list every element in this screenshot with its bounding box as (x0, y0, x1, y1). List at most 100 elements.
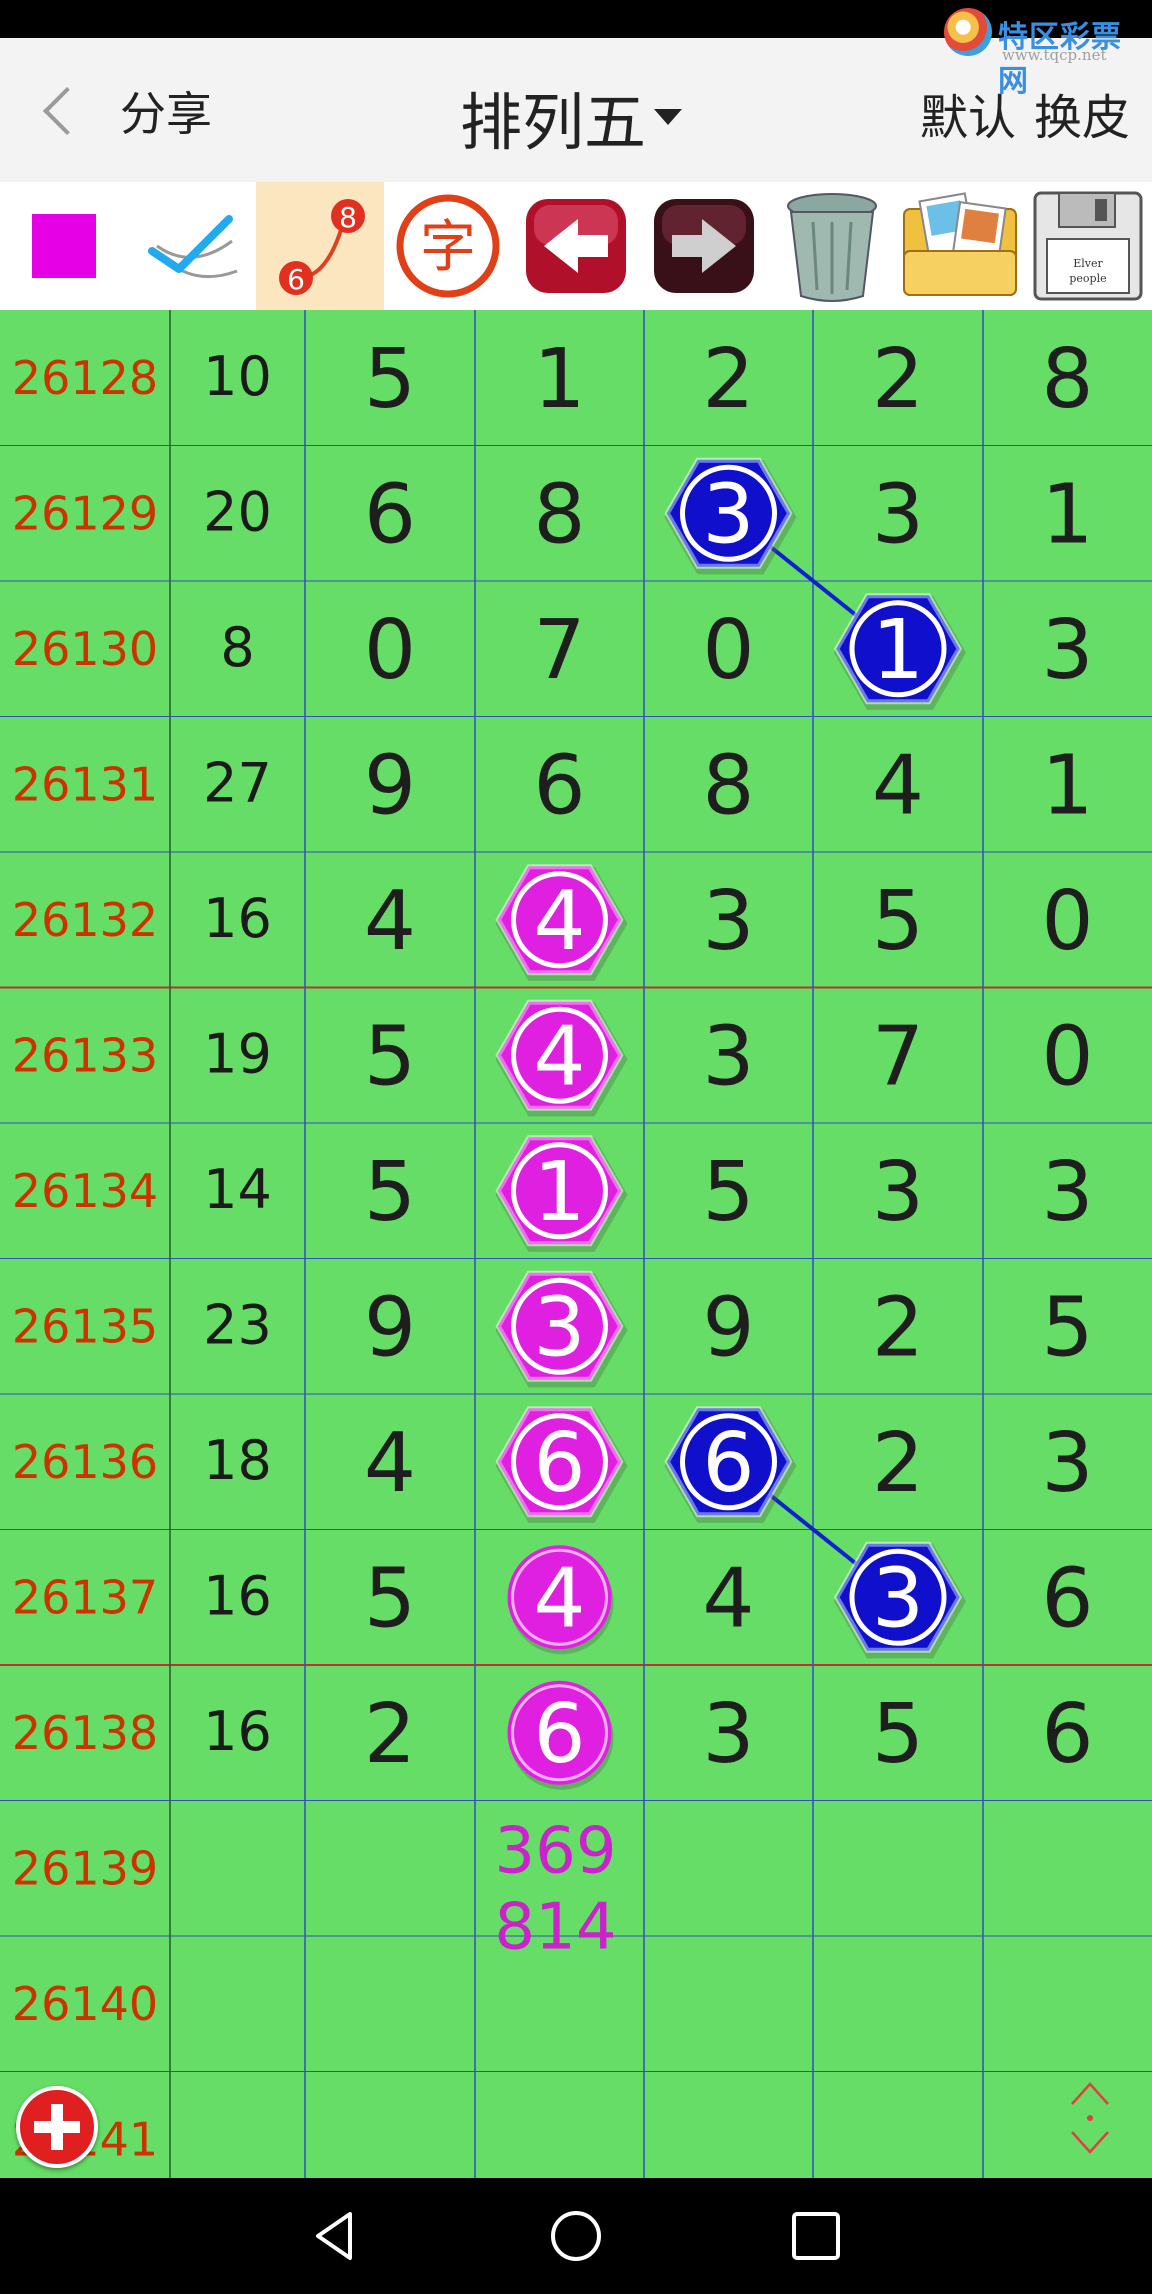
digit-value: 0 (1041, 874, 1093, 969)
digit-value: 1 (1041, 467, 1093, 562)
digit-value: 1 (533, 332, 585, 427)
watermark: 特区彩票网 www.tqcp.net (944, 6, 1144, 99)
clear-button[interactable] (768, 182, 896, 310)
digit-value: 3 (872, 1551, 924, 1646)
redo-button[interactable] (640, 182, 768, 310)
color-swatch-button[interactable] (0, 182, 128, 310)
digit-value: 6 (702, 1416, 754, 1511)
issue-number: 26129 (12, 486, 158, 540)
page-title: 排列五 (460, 86, 647, 159)
digit-value: 9 (364, 1280, 416, 1375)
digit-value: 4 (872, 738, 924, 833)
number-line-tool[interactable]: 8 6 (256, 182, 384, 310)
digit-value: 0 (364, 603, 416, 698)
digit-value: 2 (872, 1280, 924, 1375)
nav-home-button[interactable] (516, 2178, 636, 2294)
prediction-line-2: 814 (494, 1891, 616, 1965)
scroll-arrows-icon[interactable] (1066, 2078, 1114, 2158)
magenta-color-swatch-icon (32, 214, 96, 278)
nav-home-icon (551, 2211, 601, 2261)
digit-value: 8 (1041, 332, 1093, 427)
number-line-label-1: 8 (339, 201, 357, 234)
digit-value: 4 (364, 874, 416, 969)
digit-value: 3 (872, 1145, 924, 1240)
undo-button[interactable] (512, 182, 640, 310)
nav-back-button[interactable] (276, 2178, 396, 2294)
back-button[interactable]: 分享 (36, 76, 212, 146)
digit-value: 5 (872, 1687, 924, 1782)
sum-value: 16 (203, 1564, 272, 1627)
digit-value: 4 (533, 1009, 585, 1104)
digit-value: 9 (702, 1280, 754, 1375)
digit-value: 8 (533, 467, 585, 562)
digit-value: 3 (533, 1280, 585, 1375)
text-tool[interactable]: 字 (384, 182, 512, 310)
trend-grid[interactable]: 26128 10 5 1 2 2 8 26129 20 6 8 3 3 1 26130 8 0 7 0 1 3 26131… (0, 310, 1152, 2178)
digit-value: 2 (872, 1416, 924, 1511)
digit-value: 0 (1041, 1009, 1093, 1104)
digit-value: 3 (702, 874, 754, 969)
back-arrow-icon (526, 199, 626, 293)
digit-value: 1 (872, 603, 924, 698)
back-chevron-icon (42, 86, 92, 136)
digit-value: 6 (1041, 1551, 1093, 1646)
issue-number: 26136 (12, 1435, 158, 1489)
sum-value: 27 (203, 751, 272, 814)
add-button[interactable] (16, 2086, 98, 2168)
digit-value: 0 (702, 603, 754, 698)
issue-number: 26139 (12, 1841, 158, 1895)
sum-value: 14 (203, 1158, 272, 1221)
digit-value: 6 (533, 738, 585, 833)
digit-value: 7 (872, 1009, 924, 1104)
digit-value: 2 (364, 1687, 416, 1782)
open-image-button[interactable] (896, 182, 1024, 310)
issue-number: 26135 (12, 1299, 158, 1353)
digit-value: 3 (872, 467, 924, 562)
digit-value: 5 (1041, 1280, 1093, 1375)
forward-arrow-icon (654, 199, 754, 293)
issue-number: 26132 (12, 893, 158, 947)
sum-value: 10 (203, 345, 272, 408)
digit-value: 3 (1041, 1145, 1093, 1240)
digit-value: 9 (364, 738, 416, 833)
issue-number: 26138 (12, 1706, 158, 1760)
dropdown-caret-icon (654, 109, 683, 125)
digit-value: 6 (364, 467, 416, 562)
text-char-icon: 字 (396, 194, 500, 298)
sum-value: 16 (203, 1700, 272, 1763)
drawing-toolbar: 8 6 字 Elver people (0, 182, 1152, 310)
sum-value: 23 (203, 1293, 272, 1356)
digit-value: 4 (533, 1551, 585, 1646)
issue-number: 26133 (12, 1028, 158, 1082)
digit-value: 5 (702, 1145, 754, 1240)
svg-text:Elver: Elver (1073, 257, 1103, 270)
digit-value: 2 (702, 332, 754, 427)
back-label: 分享 (120, 87, 212, 141)
digit-value: 2 (872, 332, 924, 427)
issue-number: 26130 (12, 622, 158, 676)
svg-text:people: people (1069, 272, 1106, 285)
save-disk-icon: Elver people (1033, 191, 1143, 301)
prediction-line-1: 369 (494, 1815, 616, 1889)
trend-chart: 26128 10 5 1 2 2 826129 20 6 8 3 3 126130 8 0 7 0 1 326131… (0, 310, 1152, 2178)
digit-value: 8 (702, 738, 754, 833)
issue-number: 26131 (12, 757, 158, 811)
digit-value: 4 (533, 874, 585, 969)
lottery-selector[interactable]: 排列五 (460, 72, 683, 162)
digit-value: 7 (533, 603, 585, 698)
digit-value: 6 (533, 1687, 585, 1782)
save-button[interactable]: Elver people (1024, 182, 1152, 310)
issue-number: 26137 (12, 1570, 158, 1624)
digit-value: 4 (364, 1416, 416, 1511)
nav-recents-button[interactable] (756, 2178, 876, 2294)
check-draw-tool[interactable] (128, 182, 256, 310)
digit-value: 3 (702, 467, 754, 562)
sum-value: 19 (203, 1022, 272, 1085)
sum-value: 18 (203, 1429, 272, 1492)
number-line-label-2: 6 (287, 263, 305, 296)
sum-value: 8 (220, 616, 254, 679)
digit-value: 4 (702, 1551, 754, 1646)
check-draw-icon (148, 215, 238, 279)
photo-folder-icon (903, 192, 1017, 296)
number-line-icon: 8 6 (279, 199, 365, 296)
